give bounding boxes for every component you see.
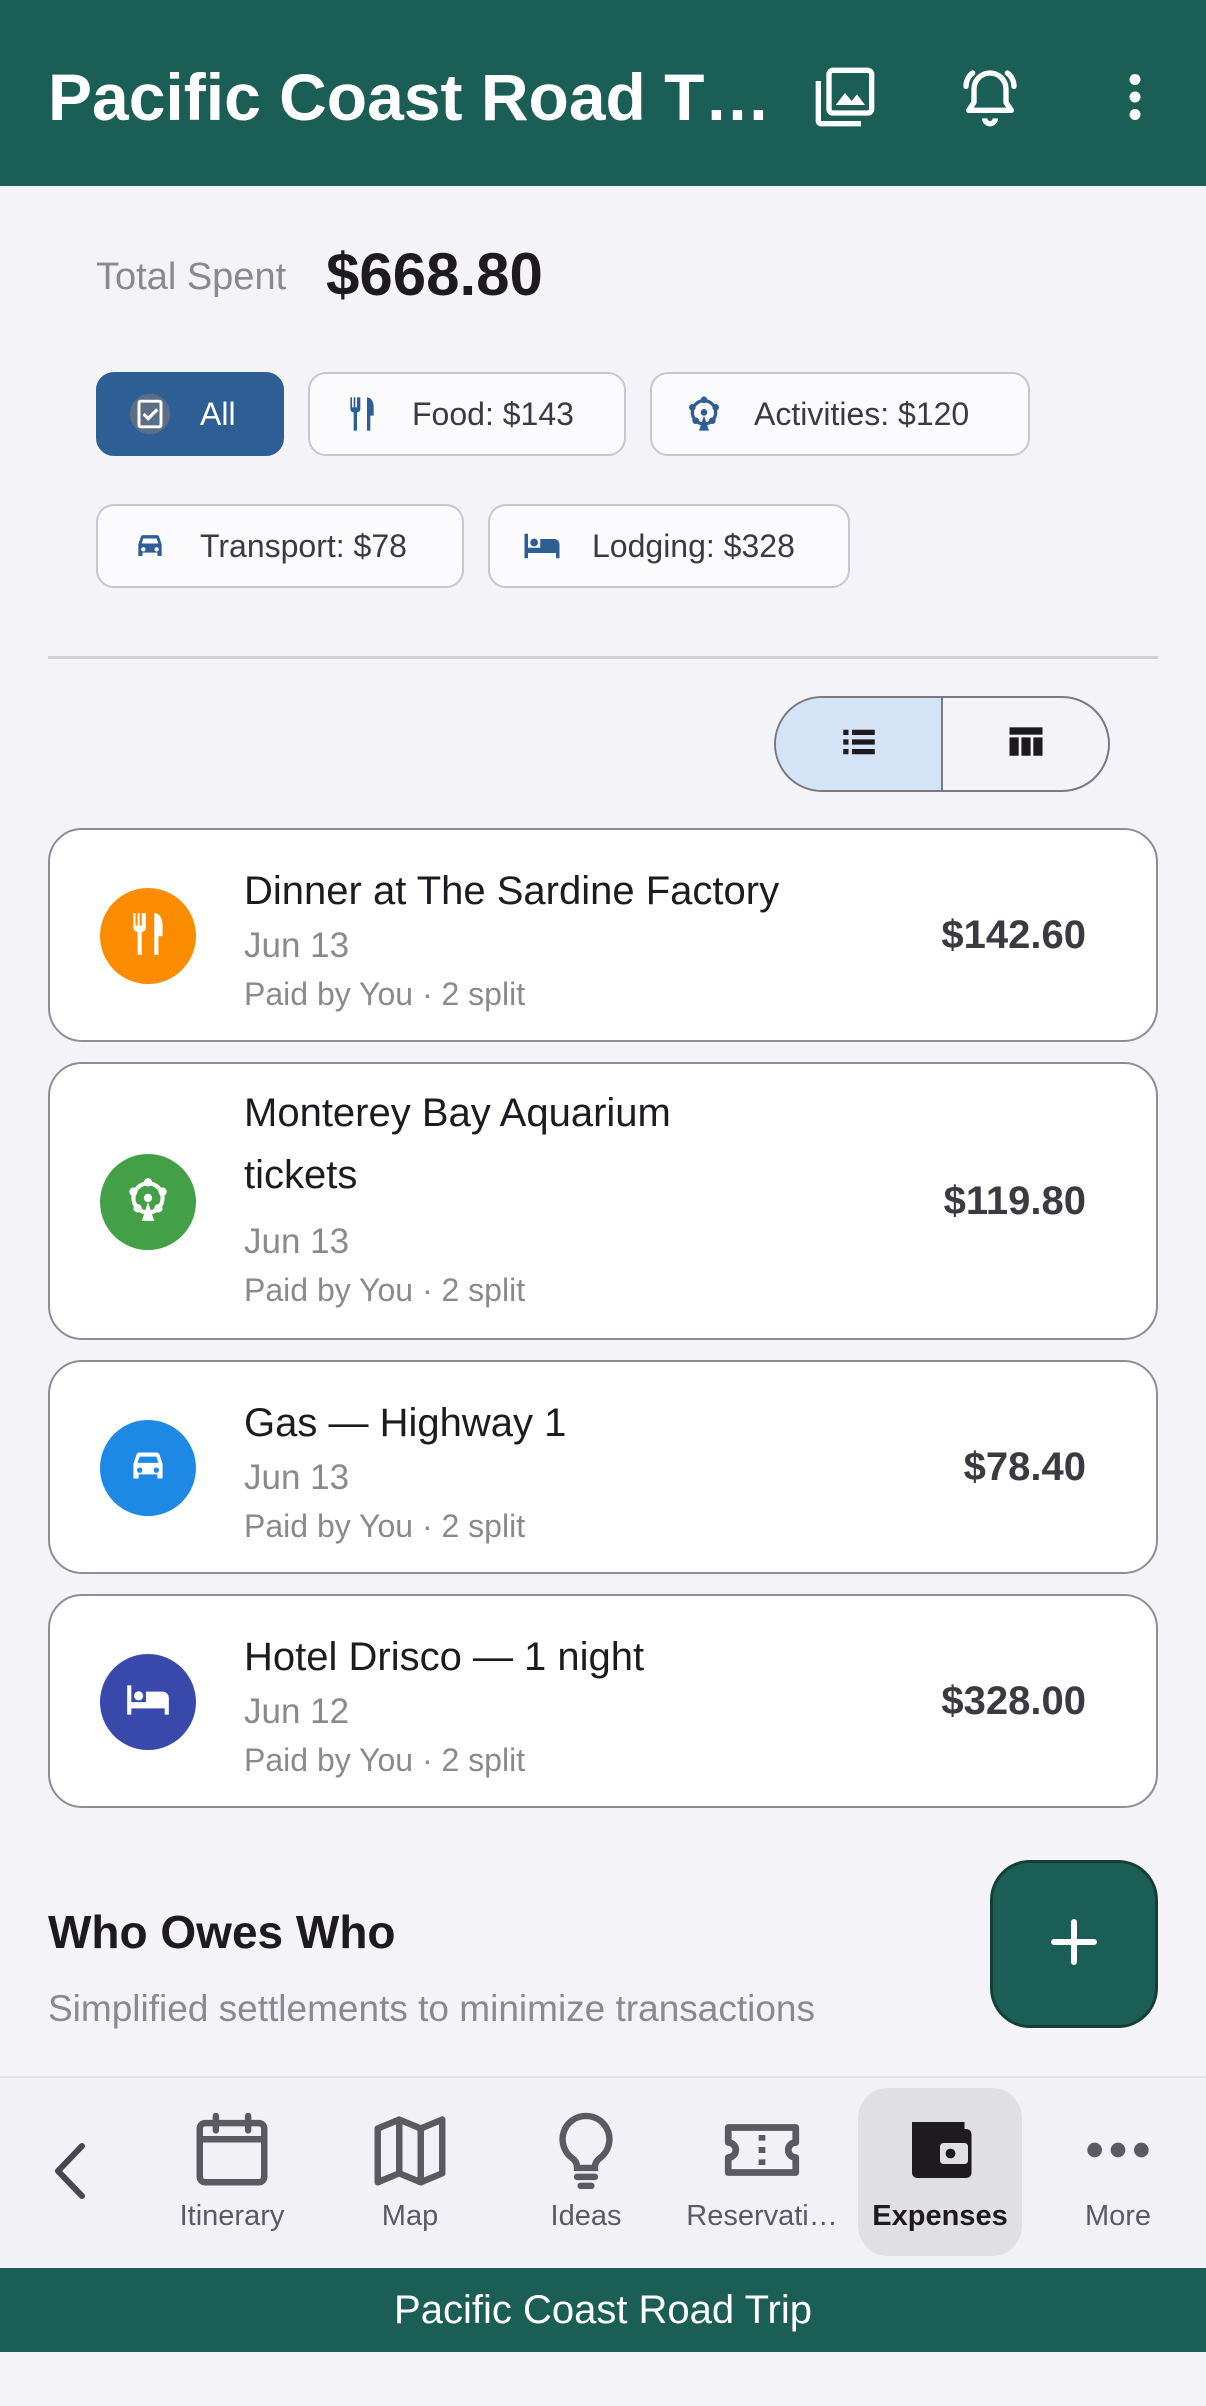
expense-card[interactable]: Hotel Drisco — 1 night Jun 12 Paid by Yo… xyxy=(48,1594,1158,1808)
filter-chip-activities[interactable]: Activities: $120 xyxy=(650,372,1030,456)
nav-label: Expenses xyxy=(872,2200,1008,2232)
expense-amount: $142.60 xyxy=(941,913,1086,957)
add-expense-button[interactable] xyxy=(990,1860,1158,2028)
ferris-wheel-icon xyxy=(123,1175,173,1230)
nav-label: Map xyxy=(381,2200,439,2232)
expense-card[interactable]: Dinner at The Sardine Factory Jun 13 Pai… xyxy=(48,828,1158,1042)
gallery-icon[interactable] xyxy=(810,62,880,132)
plus-icon xyxy=(1044,1912,1104,1977)
page-title: Pacific Coast Road T… xyxy=(48,60,771,134)
expense-date: Jun 13 xyxy=(244,1458,350,1497)
expense-date: Jun 13 xyxy=(244,1222,350,1261)
filter-chip-food[interactable]: Food: $143 xyxy=(308,372,626,456)
trip-footer-title: Pacific Coast Road Trip xyxy=(0,2268,1206,2352)
nav-item-expenses[interactable]: Expenses xyxy=(858,2088,1022,2256)
expense-card[interactable]: Monterey Bay Aquarium tickets Jun 13 Pai… xyxy=(48,1062,1158,1340)
nav-label: Ideas xyxy=(550,2200,622,2232)
filter-chip-label: Lodging: $328 xyxy=(592,527,795,564)
filter-chip-transport[interactable]: Transport: $78 xyxy=(96,504,464,588)
table-view-button[interactable] xyxy=(943,698,1108,790)
filter-chip-all[interactable]: All xyxy=(96,372,284,456)
total-spent-label: Total Spent xyxy=(96,256,287,298)
expense-title: Dinner at The Sardine Factory xyxy=(244,869,780,913)
more-horizontal-icon xyxy=(1078,2104,1158,2196)
calendar-icon xyxy=(189,2104,275,2196)
expense-paid-by: Paid by You · 2 split xyxy=(244,1272,526,1308)
filter-chip-label: Activities: $120 xyxy=(754,395,970,432)
list-view-icon xyxy=(838,721,880,768)
expense-title: Hotel Drisco — 1 night xyxy=(244,1635,645,1679)
car-icon xyxy=(128,524,172,568)
category-transport-badge xyxy=(100,1420,196,1516)
expense-paid-by: Paid by You · 2 split xyxy=(244,1742,526,1778)
nav-label: Reservati… xyxy=(686,2200,838,2232)
nav-item-map[interactable]: Map xyxy=(322,2088,498,2256)
bed-icon xyxy=(123,1675,173,1730)
checklist-icon xyxy=(128,392,172,436)
filter-chip-label: Food: $143 xyxy=(412,395,574,432)
expense-title-line-2: tickets xyxy=(244,1153,358,1197)
nav-item-reservations[interactable]: Reservati… xyxy=(674,2088,850,2256)
fork-knife-icon xyxy=(123,909,173,964)
category-food-badge xyxy=(100,888,196,984)
list-view-button[interactable] xyxy=(776,698,943,790)
back-chevron-icon[interactable] xyxy=(46,2140,96,2202)
map-icon xyxy=(367,2104,453,2196)
notification-bell-icon[interactable] xyxy=(955,62,1025,132)
nav-item-itinerary[interactable]: Itinerary xyxy=(144,2088,320,2256)
table-view-icon xyxy=(1004,720,1048,769)
expense-title-line-1: Monterey Bay Aquarium xyxy=(244,1091,671,1135)
nav-label: Itinerary xyxy=(179,2200,285,2232)
section-subtitle: Simplified settlements to minimize trans… xyxy=(48,1988,816,2029)
section-title-who-owes: Who Owes Who xyxy=(48,1906,396,1958)
total-spent-value: $668.80 xyxy=(326,241,543,308)
expense-amount: $78.40 xyxy=(963,1445,1086,1489)
expense-title: Gas — Highway 1 xyxy=(244,1401,567,1445)
car-icon xyxy=(123,1441,173,1496)
lightbulb-icon xyxy=(543,2104,629,2196)
expense-date: Jun 12 xyxy=(244,1692,350,1731)
expense-card[interactable]: Gas — Highway 1 Jun 13 Paid by You · 2 s… xyxy=(48,1360,1158,1574)
bed-icon xyxy=(520,524,564,568)
expense-amount: $328.00 xyxy=(941,1679,1086,1723)
category-activities-badge xyxy=(100,1154,196,1250)
wallet-icon xyxy=(898,2104,982,2196)
category-lodging-badge xyxy=(100,1654,196,1750)
nav-item-more[interactable]: More xyxy=(1030,2088,1206,2256)
fork-knife-icon xyxy=(340,392,384,436)
expense-paid-by: Paid by You · 2 split xyxy=(244,1508,526,1544)
expense-paid-by: Paid by You · 2 split xyxy=(244,976,526,1012)
filter-chip-lodging[interactable]: Lodging: $328 xyxy=(488,504,850,588)
filter-chip-label: All xyxy=(200,395,236,432)
view-toggle xyxy=(774,696,1110,792)
more-vertical-icon[interactable] xyxy=(1100,62,1170,132)
filter-chip-label: Transport: $78 xyxy=(200,527,407,564)
nav-item-ideas[interactable]: Ideas xyxy=(498,2088,674,2256)
ferris-wheel-icon xyxy=(682,392,726,436)
nav-label: More xyxy=(1084,2200,1152,2232)
expense-amount: $119.80 xyxy=(943,1179,1086,1223)
expense-date: Jun 13 xyxy=(244,926,350,965)
divider xyxy=(48,656,1158,659)
ticket-icon xyxy=(717,2104,807,2196)
